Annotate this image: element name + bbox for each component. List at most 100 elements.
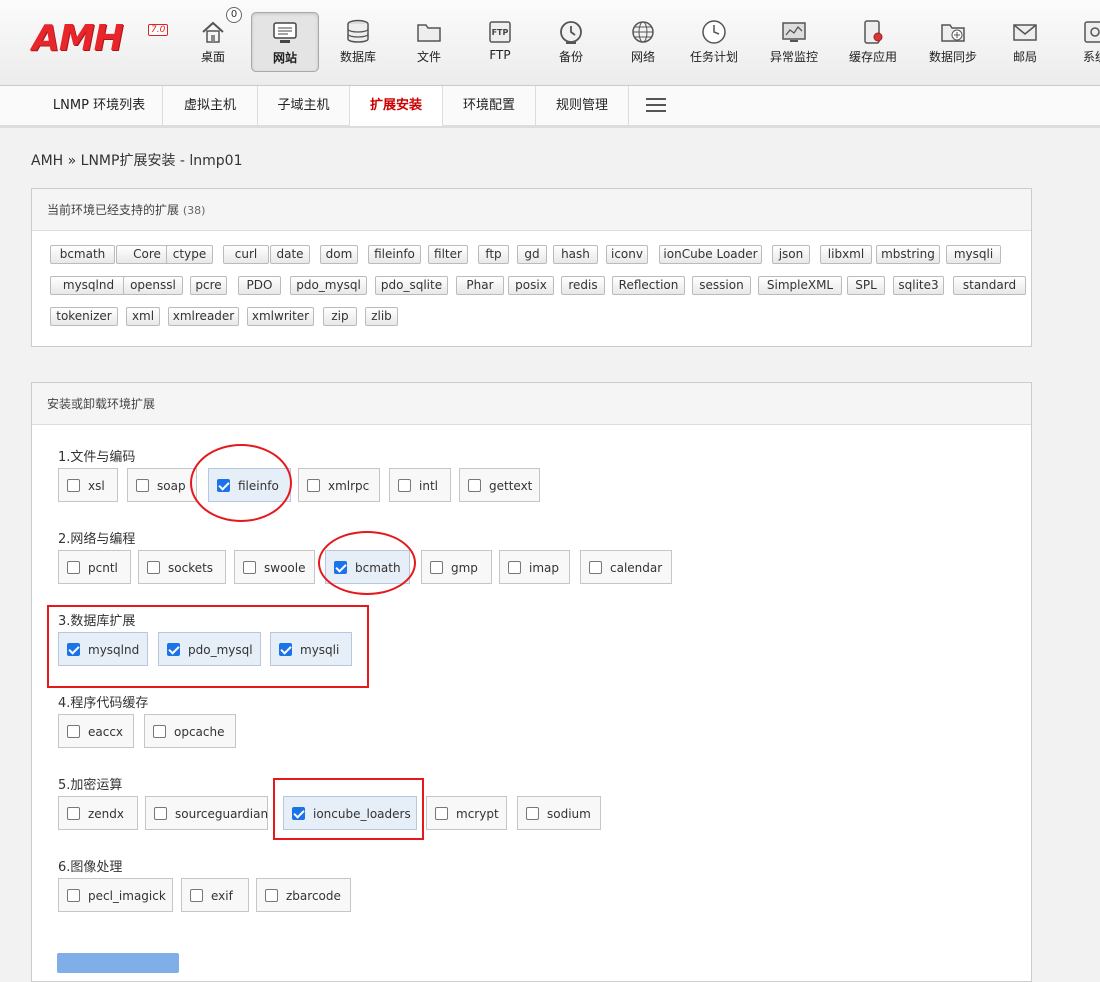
extension-tag: libxml <box>820 245 872 264</box>
checkbox[interactable] <box>265 889 278 902</box>
extension-option-gettext[interactable]: gettext <box>459 468 540 502</box>
checkbox[interactable] <box>508 561 521 574</box>
extension-option-sockets[interactable]: sockets <box>138 550 226 584</box>
svg-text:FTP: FTP <box>492 28 509 37</box>
tab-lnmp-list[interactable]: LNMP 环境列表 <box>36 86 163 126</box>
checkbox[interactable] <box>67 725 80 738</box>
extension-tag: PDO <box>238 276 281 295</box>
checkbox[interactable] <box>67 807 80 820</box>
checkbox[interactable] <box>435 807 448 820</box>
extension-tag: json <box>772 245 810 264</box>
nav-website[interactable]: 网站 <box>251 12 319 72</box>
nav-ftp[interactable]: FTP FTP <box>466 12 534 72</box>
extension-option-soap[interactable]: soap <box>127 468 197 502</box>
extension-option-zbarcode[interactable]: zbarcode <box>256 878 351 912</box>
nav-label: 异常监控 <box>769 50 818 64</box>
checkbox[interactable] <box>67 643 80 656</box>
extension-option-intl[interactable]: intl <box>389 468 451 502</box>
tab-rules[interactable]: 规则管理 <box>536 86 629 126</box>
nav-backup[interactable]: 备份 <box>537 12 605 72</box>
extension-option-eaccx[interactable]: eaccx <box>58 714 134 748</box>
extension-tag: ionCube Loader <box>659 245 762 264</box>
monitor-chart-icon <box>782 22 806 42</box>
extension-tag: mysqli <box>946 245 1001 264</box>
nav-monitor[interactable]: 异常监控 <box>760 12 828 72</box>
option-label: gmp <box>451 561 478 575</box>
option-label: zendx <box>88 807 125 821</box>
extension-option-bcmath[interactable]: bcmath <box>325 550 410 584</box>
tab-extension-install[interactable]: 扩展安装 <box>350 86 443 126</box>
extension-option-imap[interactable]: imap <box>499 550 570 584</box>
tab-virtual-host[interactable]: 虚拟主机 <box>163 86 258 126</box>
extension-option-mysqli[interactable]: mysqli <box>270 632 352 666</box>
nav-network[interactable]: 网络 <box>609 12 677 72</box>
checkbox[interactable] <box>526 807 539 820</box>
option-label: imap <box>529 561 559 575</box>
extension-option-ioncube-loaders[interactable]: ioncube_loaders <box>283 796 417 830</box>
tab-subdomain-host[interactable]: 子域主机 <box>258 86 350 126</box>
extension-tag: SimpleXML <box>758 276 842 295</box>
checkbox[interactable] <box>243 561 256 574</box>
extension-option-calendar[interactable]: calendar <box>580 550 672 584</box>
panel-header: 安装或卸载环境扩展 <box>32 383 1031 425</box>
checkbox[interactable] <box>398 479 411 492</box>
checkbox[interactable] <box>292 807 305 820</box>
checkbox[interactable] <box>154 807 167 820</box>
extension-tag: mbstring <box>876 245 940 264</box>
nav-desktop[interactable]: 桌面 <box>179 12 247 72</box>
nav-tasks[interactable]: 任务计划 <box>680 12 748 72</box>
extension-tag: iconv <box>606 245 648 264</box>
nav-files[interactable]: 文件 <box>395 12 463 72</box>
tab-env-config[interactable]: 环境配置 <box>443 86 536 126</box>
checkbox[interactable] <box>279 643 292 656</box>
checkbox[interactable] <box>67 479 80 492</box>
checkbox[interactable] <box>334 561 347 574</box>
nav-mail[interactable]: 邮局 <box>991 12 1059 72</box>
amh-logo[interactable]: AMH 7.0 <box>32 14 172 64</box>
extension-option-mysqlnd[interactable]: mysqlnd <box>58 632 148 666</box>
extension-option-swoole[interactable]: swoole <box>234 550 315 584</box>
extension-option-pdo-mysql[interactable]: pdo_mysql <box>158 632 261 666</box>
option-label: xmlrpc <box>328 479 370 493</box>
submit-button[interactable] <box>57 953 179 973</box>
extension-option-fileinfo[interactable]: fileinfo <box>208 468 291 502</box>
extension-option-gmp[interactable]: gmp <box>421 550 492 584</box>
extension-option-exif[interactable]: exif <box>181 878 249 912</box>
section-title: 3.数据库扩展 <box>58 614 136 629</box>
checkbox[interactable] <box>67 561 80 574</box>
nav-cache[interactable]: 缓存应用 <box>839 12 907 72</box>
checkbox[interactable] <box>307 479 320 492</box>
extension-option-sourceguardian[interactable]: sourceguardian <box>145 796 268 830</box>
checkbox[interactable] <box>136 479 149 492</box>
checkbox[interactable] <box>589 561 602 574</box>
option-label: ioncube_loaders <box>313 807 411 821</box>
checkbox[interactable] <box>167 643 180 656</box>
extension-tag: redis <box>561 276 605 295</box>
checkbox[interactable] <box>468 479 481 492</box>
checkbox[interactable] <box>147 561 160 574</box>
checkbox[interactable] <box>67 889 80 902</box>
checkbox[interactable] <box>153 725 166 738</box>
nav-system[interactable]: 系统 <box>1061 12 1100 72</box>
section-title: 5.加密运算 <box>58 778 123 793</box>
nav-database[interactable]: 数据库 <box>324 12 392 72</box>
option-label: calendar <box>610 561 663 575</box>
system-icon <box>1084 21 1100 43</box>
extension-option-opcache[interactable]: opcache <box>144 714 236 748</box>
extension-tag: session <box>692 276 751 295</box>
extension-option-xsl[interactable]: xsl <box>58 468 118 502</box>
extension-option-xmlrpc[interactable]: xmlrpc <box>298 468 380 502</box>
checkbox[interactable] <box>190 889 203 902</box>
extension-option-mcrypt[interactable]: mcrypt <box>426 796 507 830</box>
extension-option-pcntl[interactable]: pcntl <box>58 550 131 584</box>
option-label: intl <box>419 479 438 493</box>
menu-icon[interactable] <box>646 98 666 114</box>
checkbox[interactable] <box>217 479 230 492</box>
extension-option-pecl-imagick[interactable]: pecl_imagick <box>58 878 173 912</box>
option-label: bcmath <box>355 561 401 575</box>
extension-option-sodium[interactable]: sodium <box>517 796 601 830</box>
section-title: 4.程序代码缓存 <box>58 696 149 711</box>
nav-sync[interactable]: 数据同步 <box>919 12 987 72</box>
checkbox[interactable] <box>430 561 443 574</box>
extension-option-zendx[interactable]: zendx <box>58 796 138 830</box>
